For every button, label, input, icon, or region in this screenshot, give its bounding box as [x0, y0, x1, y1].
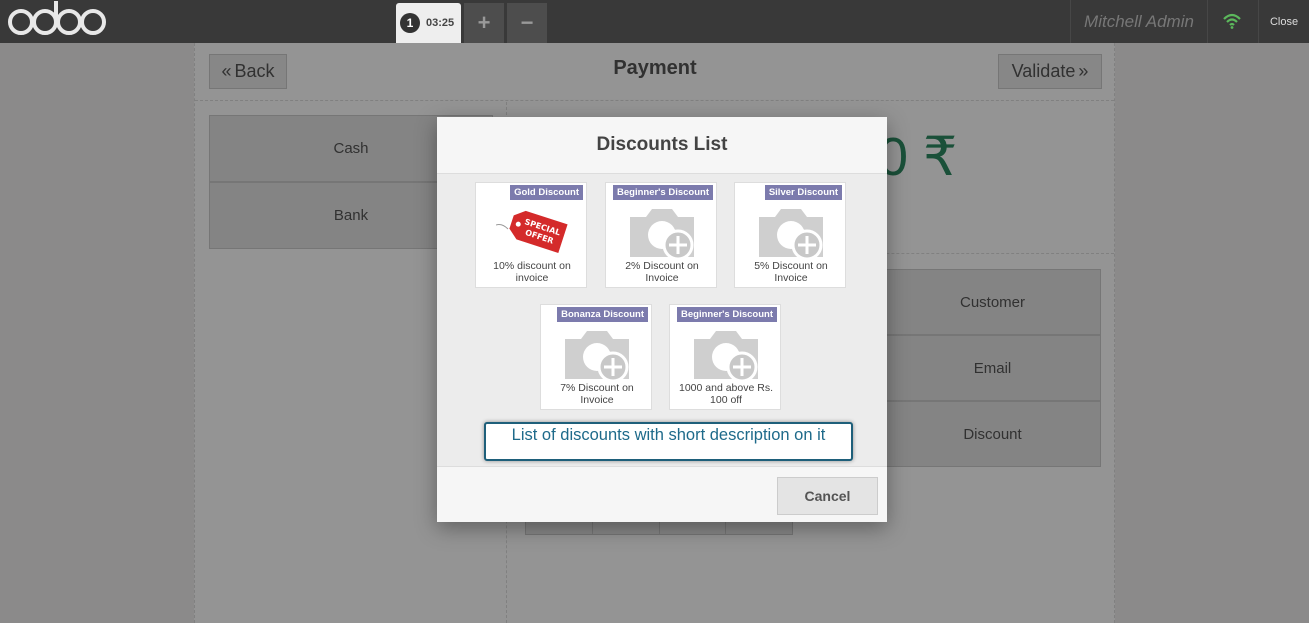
discount-description: 10% discount on invoice	[493, 260, 571, 284]
camera-placeholder-icon	[630, 209, 694, 261]
camera-placeholder-icon	[759, 209, 823, 261]
discount-card[interactable]: Silver Discount 5% Discount on Invoice	[734, 182, 846, 288]
discount-tag: Bonanza Discount	[557, 307, 648, 322]
discount-card[interactable]: Beginner's Discount 2% Discount on Invoi…	[605, 182, 717, 288]
popup-footer: Cancel	[437, 466, 887, 522]
discount-tag: Beginner's Discount	[613, 185, 713, 200]
remove-order-button[interactable]: −	[507, 3, 547, 43]
discount-description: 5% Discount on Invoice	[754, 260, 828, 284]
discount-description: 1000 and above Rs. 100 off	[679, 382, 773, 406]
cancel-button[interactable]: Cancel	[777, 477, 878, 515]
discount-card[interactable]: Gold Discount SPECIAL OFFER 10% discount…	[475, 182, 587, 288]
order-time: 03:25	[426, 17, 455, 29]
discount-tag: Gold Discount	[510, 185, 583, 200]
discount-tag: Silver Discount	[764, 185, 842, 200]
add-order-button[interactable]: +	[464, 3, 504, 43]
discount-description: 2% Discount on Invoice	[625, 260, 699, 284]
camera-placeholder-icon	[565, 331, 629, 383]
camera-placeholder-icon	[694, 331, 758, 383]
discount-card[interactable]: Beginner's Discount 1000 and above Rs. 1…	[669, 304, 781, 410]
order-number-badge: 1	[400, 13, 420, 33]
discounts-popup: Discounts List Gold Discount SPECIAL OFF…	[437, 117, 887, 522]
popup-title: Discounts List	[437, 117, 887, 174]
discount-description: 7% Discount on Invoice	[560, 382, 634, 406]
user-name: Mitchell Admin	[1070, 0, 1208, 43]
special-offer-tag-icon: SPECIAL OFFER	[496, 210, 568, 253]
order-tab[interactable]: 1 03:25	[396, 3, 461, 43]
pos-topbar: 1 03:25 + − Mitchell Admin Close	[0, 0, 1309, 43]
annotation-callout: List of discounts with short description…	[484, 422, 853, 461]
wifi-icon	[1223, 13, 1241, 29]
discount-tag: Beginner's Discount	[677, 307, 777, 322]
discount-card[interactable]: Bonanza Discount 7% Discount on Invoice	[540, 304, 652, 410]
close-button[interactable]: Close	[1258, 0, 1309, 43]
odoo-logo	[8, 1, 106, 40]
